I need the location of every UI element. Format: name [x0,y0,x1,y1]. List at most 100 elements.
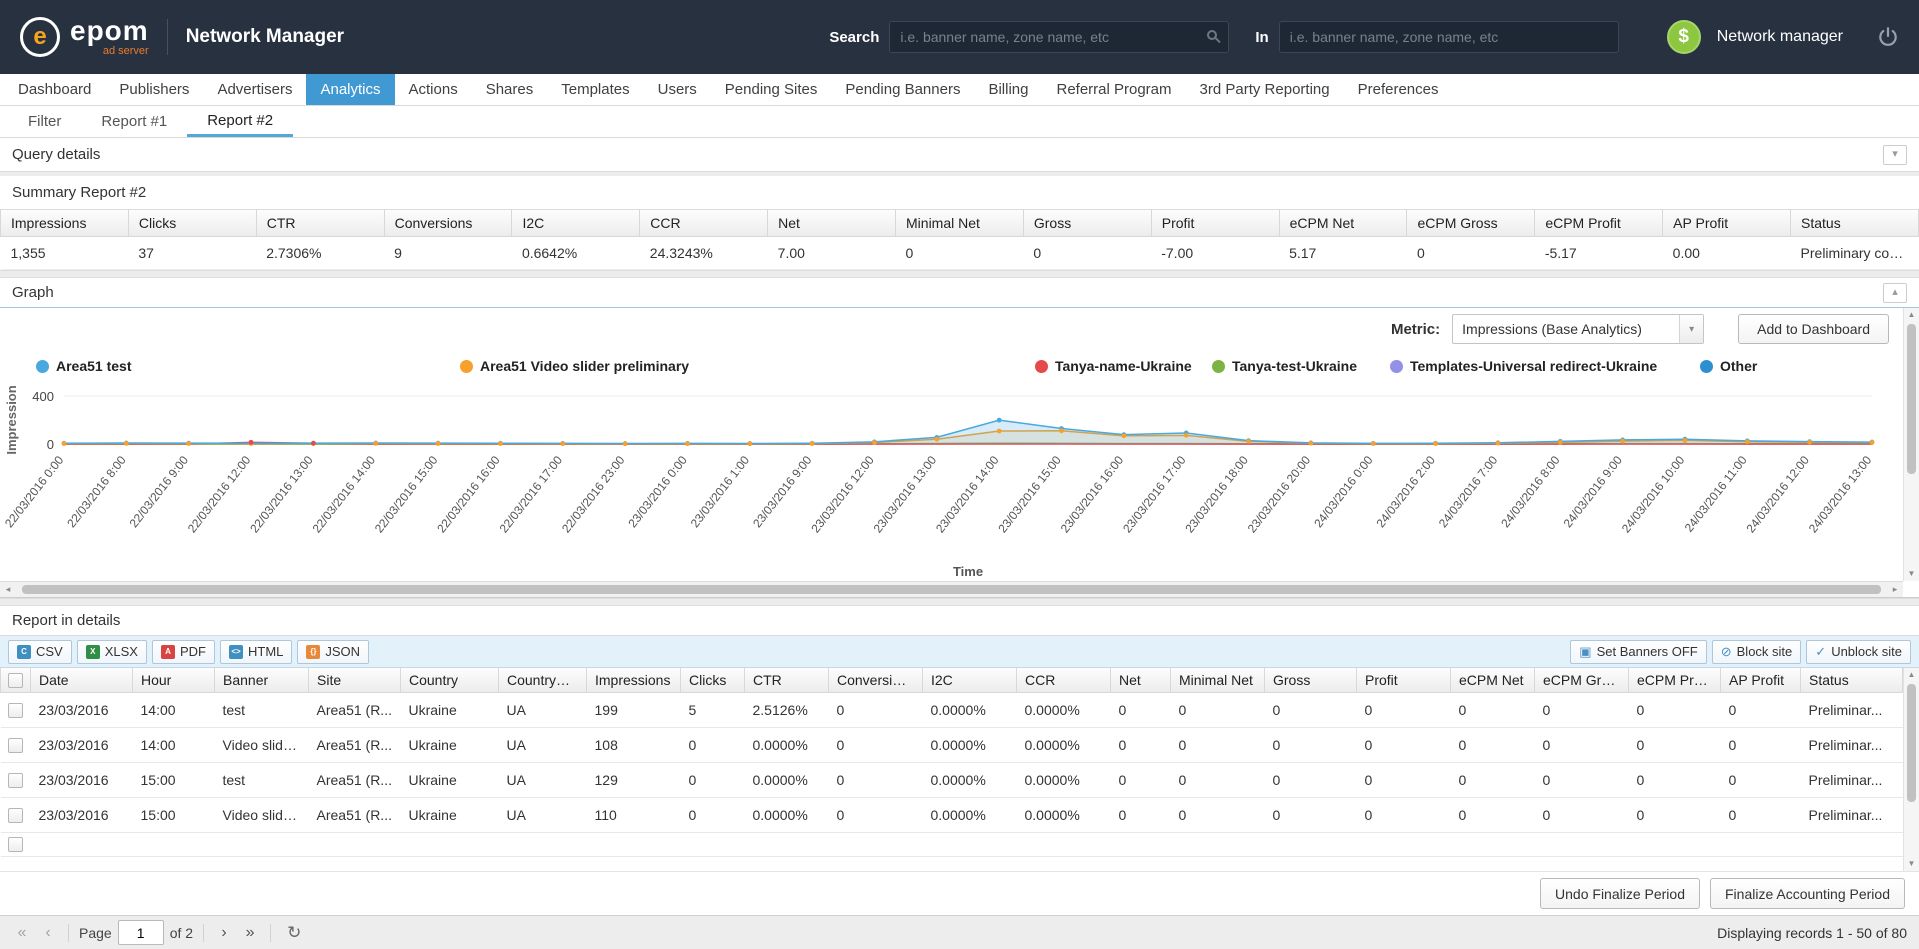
row-checkbox[interactable] [8,808,23,823]
undo-finalize-period-button[interactable]: Undo Finalize Period [1540,878,1700,909]
details-col-date[interactable]: Date [31,668,133,693]
vertical-scroll-thumb[interactable] [1907,684,1916,802]
scroll-down-icon[interactable]: ▼ [1908,567,1916,581]
details-col-impressions[interactable]: Impressions [587,668,681,693]
details-col-status[interactable]: Status [1801,668,1903,693]
details-col-profit[interactable]: Profit [1357,668,1451,693]
details-col-i2c[interactable]: I2C [923,668,1017,693]
details-col-gross[interactable]: Gross [1265,668,1357,693]
details-col-country[interactable]: Country [401,668,499,693]
unblock-site-button[interactable]: ✓Unblock site [1806,640,1911,664]
scroll-right-icon[interactable]: ▸ [1887,584,1903,595]
row-checkbox[interactable] [8,837,23,852]
set-banners-off-button[interactable]: ▣Set Banners OFF [1570,640,1706,664]
report-details-bar: Report in details [0,606,1919,636]
metric-select[interactable]: Impressions (Base Analytics) ▾ [1452,314,1704,344]
cell-empty [1357,833,1451,857]
report-tab-report-2[interactable]: Report #2 [187,106,293,137]
export-xlsx-button[interactable]: XXLSX [77,640,147,664]
logo-subtitle: ad server [103,46,149,57]
scroll-up-icon[interactable]: ▲ [1908,668,1916,682]
details-row-partial[interactable] [1,833,1903,857]
data-point [1059,428,1064,433]
details-col-banner[interactable]: Banner [215,668,309,693]
export-html-button[interactable]: <>HTML [220,640,292,664]
data-point [1433,441,1438,446]
logout-power-icon[interactable] [1877,26,1899,48]
nav-tab-referral-program[interactable]: Referral Program [1042,74,1185,105]
details-col-site[interactable]: Site [309,668,401,693]
cell-ctr: 0.0000% [745,798,829,833]
nav-tab-pending-banners[interactable]: Pending Banners [831,74,974,105]
select-all-checkbox[interactable] [8,673,23,688]
first-page-icon[interactable]: « [12,924,32,942]
scroll-down-icon[interactable]: ▼ [1908,857,1916,871]
details-col-net[interactable]: Net [1111,668,1171,693]
epom-logo[interactable]: e epom ad server [20,17,149,57]
row-checkbox[interactable] [8,773,23,788]
chevron-down-icon[interactable]: ▾ [1679,315,1703,343]
scroll-left-icon[interactable]: ◂ [0,584,16,595]
details-row[interactable]: 23/03/201614:00Video slide...Area51 (R..… [1,728,1903,763]
search-icon[interactable] [1207,30,1217,40]
nav-tab-analytics[interactable]: Analytics [306,74,394,105]
cell-ctr: 2.5126% [745,693,829,728]
nav-tab-actions[interactable]: Actions [395,74,472,105]
details-col-conversions[interactable]: Conversions [829,668,923,693]
cell-ecpm-gross: 0 [1535,763,1629,798]
report-tab-report-1[interactable]: Report #1 [81,106,187,137]
refresh-icon[interactable]: ↻ [287,923,301,943]
scroll-up-icon[interactable]: ▲ [1908,308,1916,322]
billing-coin-icon[interactable]: $ [1667,20,1701,54]
export-csv-button[interactable]: CCSV [8,640,72,664]
export-json-button[interactable]: {}JSON [297,640,369,664]
data-point [1807,440,1812,445]
search-input[interactable] [889,21,1229,53]
nav-tab-shares[interactable]: Shares [472,74,548,105]
row-checkbox[interactable] [8,738,23,753]
summary-cell-net: 7.00 [768,237,896,270]
details-col-minimal-net[interactable]: Minimal Net [1171,668,1265,693]
report-tab-filter[interactable]: Filter [8,106,81,137]
details-col-ccr[interactable]: CCR [1017,668,1111,693]
nav-tab-users[interactable]: Users [644,74,711,105]
details-col-clicks[interactable]: Clicks [681,668,745,693]
details-col-countrycode[interactable]: CountryCode [499,668,587,693]
details-row[interactable]: 23/03/201615:00testArea51 (R...UkraineUA… [1,763,1903,798]
last-page-icon[interactable]: » [240,924,260,942]
add-to-dashboard-button[interactable]: Add to Dashboard [1738,314,1889,344]
nav-tab-preferences[interactable]: Preferences [1344,74,1453,105]
nav-tab-3rd-party-reporting[interactable]: 3rd Party Reporting [1186,74,1344,105]
details-col-ecpm-gross[interactable]: eCPM Gross [1535,668,1629,693]
in-search-input[interactable] [1279,21,1619,53]
vertical-scroll-thumb[interactable] [1907,324,1916,474]
query-details-expand-button[interactable]: ▾ [1883,145,1907,165]
nav-tab-templates[interactable]: Templates [547,74,643,105]
export-pdf-button[interactable]: APDF [152,640,215,664]
action-button-label: Set Banners OFF [1597,644,1698,659]
details-col-hour[interactable]: Hour [133,668,215,693]
details-col-ctr[interactable]: CTR [745,668,829,693]
data-point [498,441,503,446]
nav-tab-dashboard[interactable]: Dashboard [4,74,105,105]
next-page-icon[interactable]: › [214,924,234,942]
details-row[interactable]: 23/03/201614:00testArea51 (R...UkraineUA… [1,693,1903,728]
row-checkbox-cell [1,763,31,798]
details-row[interactable]: 23/03/201615:00Video slide...Area51 (R..… [1,798,1903,833]
details-col-ecpm-net[interactable]: eCPM Net [1451,668,1535,693]
nav-tab-publishers[interactable]: Publishers [105,74,203,105]
block-site-button[interactable]: ⊘Block site [1712,640,1802,664]
details-col-ecpm-profit[interactable]: eCPM Profit [1629,668,1721,693]
horizontal-scroll-thumb[interactable] [22,585,1881,594]
nav-tab-pending-sites[interactable]: Pending Sites [711,74,832,105]
graph-vertical-scrollbar: ▲ ▼ [1903,308,1919,581]
finalize-accounting-period-button[interactable]: Finalize Accounting Period [1710,878,1905,909]
previous-page-icon[interactable]: ‹ [38,924,58,942]
row-checkbox[interactable] [8,703,23,718]
page-number-input[interactable] [118,920,164,945]
nav-tab-billing[interactable]: Billing [974,74,1042,105]
details-col-ap-profit[interactable]: AP Profit [1721,668,1801,693]
nav-tab-advertisers[interactable]: Advertisers [203,74,306,105]
graph-collapse-button[interactable]: ▴ [1883,283,1907,303]
pdf-file-icon: A [161,645,175,659]
